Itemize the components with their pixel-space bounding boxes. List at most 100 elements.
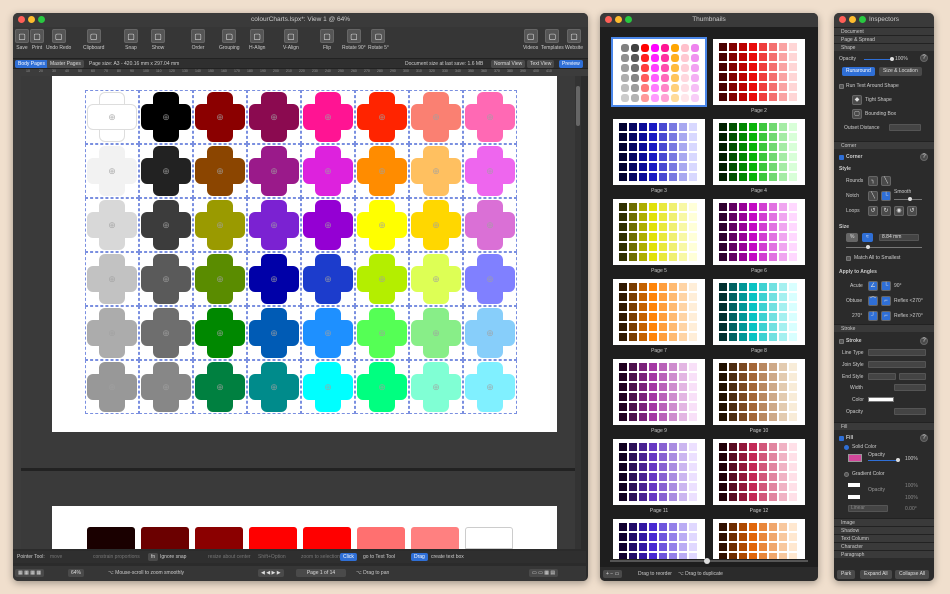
gradient-stop-2[interactable] — [848, 495, 860, 499]
toolbar-print-button[interactable]: ▢ Print — [30, 29, 44, 51]
color-tile[interactable] — [87, 527, 135, 549]
color-tile[interactable] — [357, 527, 405, 549]
toolbar-rotate-5-button[interactable]: ▢ Rotate 5° — [368, 29, 389, 51]
line-type-select[interactable] — [868, 349, 926, 356]
end-style-select-2[interactable] — [899, 373, 926, 380]
color-tile[interactable]: ⊕ — [193, 198, 247, 252]
shape-help-icon[interactable]: ? — [920, 54, 928, 62]
outset-field[interactable] — [889, 124, 921, 131]
preview-button[interactable]: Preview — [559, 60, 583, 68]
toolbar-flip-button[interactable]: ▢ Flip — [320, 29, 334, 51]
color-tile[interactable]: ⊕ — [463, 360, 517, 414]
color-tile[interactable]: ⊕ — [85, 198, 139, 252]
color-tile[interactable] — [195, 527, 243, 549]
shape-opacity-slider[interactable] — [864, 57, 894, 61]
color-tile[interactable]: ⊕ — [355, 90, 409, 144]
section-page-spread[interactable]: Page & Spread — [834, 35, 934, 43]
page-thumbnail[interactable] — [713, 39, 805, 105]
section-fill[interactable]: Fill — [834, 422, 934, 430]
toolbar-h-align-button[interactable]: ▢ H-Align — [249, 29, 265, 51]
normal-view-button[interactable]: Normal View — [491, 60, 526, 68]
color-tile[interactable] — [411, 527, 459, 549]
match-all-checkbox[interactable] — [846, 256, 851, 261]
section-document[interactable]: Document — [834, 27, 934, 35]
toolbar-v-align-button[interactable]: ▢ V-Align — [283, 29, 299, 51]
color-tile[interactable]: ⊕ — [355, 198, 409, 252]
stroke-opacity-field[interactable] — [894, 408, 926, 415]
window-controls[interactable] — [18, 16, 45, 23]
color-tile[interactable]: ⊕ — [463, 144, 517, 198]
color-tile[interactable]: ⊕ — [85, 252, 139, 306]
toolbar-grouping-button[interactable]: ▢ Grouping — [219, 29, 240, 51]
color-tile[interactable]: ⊕ — [301, 144, 355, 198]
color-tile[interactable]: ⊕ — [463, 306, 517, 360]
size-location-tab[interactable]: Size & Location — [879, 67, 922, 76]
color-tile[interactable]: ⊕ — [301, 252, 355, 306]
color-tile[interactable]: ⊕ — [193, 144, 247, 198]
section-image[interactable]: Image — [834, 518, 934, 526]
color-tile[interactable]: ⊕ — [355, 144, 409, 198]
color-tile[interactable]: ⊕ — [247, 306, 301, 360]
page-thumbnail[interactable] — [713, 119, 805, 185]
color-tile[interactable]: ⊕ — [139, 144, 193, 198]
color-tile[interactable]: ⊕ — [247, 90, 301, 144]
toolbar-clipboard-button[interactable]: ▢ Clipboard — [83, 29, 104, 51]
color-tile[interactable]: ⊕ — [463, 252, 517, 306]
master-pages-button[interactable]: Master Pages — [47, 60, 84, 68]
page-thumbnail[interactable] — [613, 279, 705, 345]
section-text-column[interactable]: Text Column — [834, 534, 934, 542]
fill-help-icon[interactable]: ? — [920, 434, 928, 442]
fill-checkbox[interactable] — [839, 436, 844, 441]
loop-icon-3[interactable]: ◉ — [894, 206, 904, 216]
color-tile[interactable] — [465, 527, 513, 549]
page-indicator[interactable]: Page 1 of 14 — [296, 569, 346, 577]
page-thumbnail[interactable] — [611, 37, 707, 107]
thumb-window-controls[interactable] — [605, 16, 632, 23]
document-canvas[interactable]: ⊕ ⊕ ⊕ ⊕ ⊕ ⊕ ⊕ ⊕ ⊕ ⊕ ⊕ ⊕ ⊕ ⊕ ⊕ ⊕ ⊕ ⊕ ⊕ ⊕ ⊕ ⊕ ⊕ ⊕ ⊕ ⊕ ⊕ ⊕ ⊕ ⊕ ⊕ ⊕ ⊕ ⊕ ⊕ ⊕ ⊕ ⊕ ⊕ ⊕… — [21, 76, 581, 549]
color-tile[interactable]: ⊕ — [139, 360, 193, 414]
gradient-radio[interactable] — [844, 472, 849, 477]
color-tile[interactable]: ⊕ — [409, 360, 463, 414]
color-tile[interactable]: ⊕ — [247, 360, 301, 414]
color-tile[interactable]: ⊕ — [301, 360, 355, 414]
section-paragraph[interactable]: Paragraph — [834, 550, 934, 558]
angle-270-icon[interactable]: ┘ — [868, 311, 878, 321]
page-thumbnail[interactable] — [613, 119, 705, 185]
thumb-minimize-button[interactable] — [615, 16, 622, 23]
tight-shape-icon[interactable]: ◆ — [852, 95, 862, 105]
page-thumbnail[interactable] — [713, 519, 805, 559]
view-mode-buttons[interactable]: ▦ ▦ ▦ ▦ — [15, 569, 45, 577]
notch-2-icon[interactable]: └ — [881, 191, 891, 201]
reflex-lt-icon[interactable]: ⌐ — [881, 296, 891, 306]
toolbar-show-button[interactable]: ▢ Show — [151, 29, 165, 51]
mm-toggle[interactable]: ≈ — [862, 233, 873, 242]
close-button[interactable] — [18, 16, 25, 23]
add-remove-page-buttons[interactable]: + − ▭ — [603, 570, 623, 578]
color-tile[interactable]: ⊕ — [139, 252, 193, 306]
fill-color-swatch[interactable] — [848, 454, 862, 462]
gradient-stop-1[interactable] — [848, 483, 860, 487]
corner-size-field[interactable]: 8.84 mm — [879, 234, 919, 241]
toolbar-undo-redo-button[interactable]: ▢ Undo Redo — [46, 29, 71, 51]
acute-icon[interactable]: ∠ — [868, 281, 878, 291]
color-tile[interactable]: ⊕ — [409, 144, 463, 198]
loop-icon-2[interactable]: ↻ — [881, 206, 891, 216]
page-nav-buttons[interactable]: ◀ ◀ ▶ ▶ — [258, 569, 284, 577]
thumbnail-slider[interactable] — [610, 558, 808, 564]
end-style-select-1[interactable] — [868, 373, 896, 380]
section-character[interactable]: Character — [834, 542, 934, 550]
fill-opacity-slider[interactable] — [868, 458, 900, 462]
color-tile[interactable]: ⊕ — [409, 252, 463, 306]
run-text-checkbox[interactable] — [839, 84, 844, 89]
stroke-width-field[interactable] — [894, 384, 926, 391]
page-thumbnail[interactable] — [713, 279, 805, 345]
corner-checkbox[interactable] — [839, 155, 844, 160]
color-tile[interactable]: ⊕ — [85, 144, 139, 198]
color-tile[interactable]: ⊕ — [409, 306, 463, 360]
angle-90-icon[interactable]: └ — [881, 281, 891, 291]
expand-all-button[interactable]: Expand All — [860, 570, 892, 579]
color-tile[interactable]: ⊕ — [139, 306, 193, 360]
color-tile[interactable]: ⊕ — [139, 90, 193, 144]
color-tile[interactable]: ⊕ — [355, 306, 409, 360]
corner-size-slider[interactable] — [846, 245, 922, 249]
